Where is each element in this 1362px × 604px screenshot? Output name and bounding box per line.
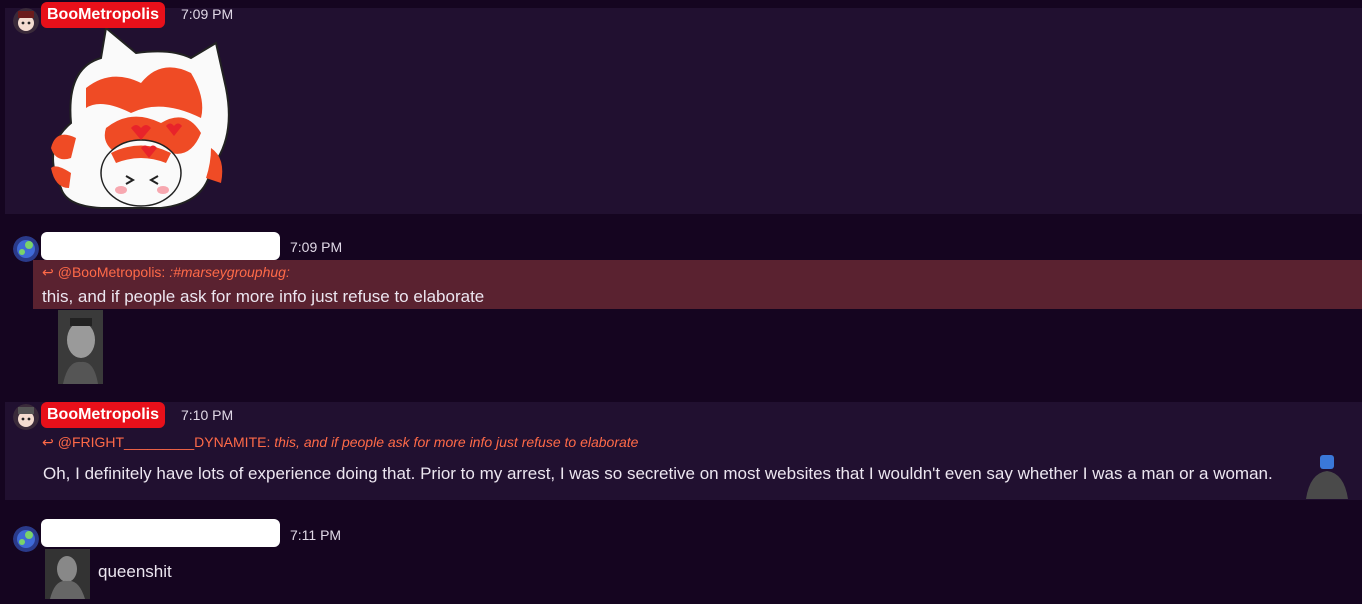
message-timestamp: 7:09 PM bbox=[290, 239, 343, 255]
sticker-image bbox=[41, 26, 231, 210]
emoji-image bbox=[1302, 453, 1352, 499]
username-badge[interactable]: BooMetropolis bbox=[41, 2, 165, 28]
redacted-username[interactable] bbox=[41, 232, 280, 260]
reply-reference[interactable]: ↩ @FRIGHT_________DYNAMITE: this, and if … bbox=[42, 434, 638, 451]
chat-message: BooMetropolis 7:09 PM bbox=[5, 2, 1362, 214]
message-text: Oh, I definitely have lots of experience… bbox=[43, 464, 1273, 483]
message-timestamp: 7:10 PM bbox=[181, 407, 234, 423]
user-avatar[interactable] bbox=[13, 8, 39, 34]
chat-message: 7:11 PM queenshit bbox=[5, 516, 1362, 604]
user-avatar[interactable] bbox=[13, 236, 39, 262]
quoted-message: ↩ @BooMetropolis: :#marseygrouphug: this,… bbox=[33, 260, 1362, 309]
redacted-username[interactable] bbox=[41, 519, 280, 547]
chat-message: BooMetropolis 7:10 PM ↩ @FRIGHT_________D… bbox=[5, 402, 1362, 500]
user-avatar[interactable] bbox=[13, 404, 39, 430]
emoji-image bbox=[58, 310, 103, 384]
message-timestamp: 7:11 PM bbox=[290, 527, 342, 543]
username-badge[interactable]: BooMetropolis bbox=[41, 402, 165, 428]
reply-reference[interactable]: ↩ @BooMetropolis: :#marseygrouphug: bbox=[42, 264, 290, 281]
emoji-image bbox=[45, 549, 90, 599]
reply-arrow-icon: ↩ bbox=[42, 434, 54, 450]
chat-message: 7:09 PM ↩ @BooMetropolis: :#marseygrouphu… bbox=[5, 230, 1362, 390]
message-text: queenshit bbox=[98, 562, 172, 581]
reply-arrow-icon: ↩ bbox=[42, 264, 54, 280]
user-avatar[interactable] bbox=[13, 526, 39, 552]
message-text: this, and if people ask for more info ju… bbox=[42, 287, 485, 306]
message-timestamp: 7:09 PM bbox=[181, 6, 234, 22]
